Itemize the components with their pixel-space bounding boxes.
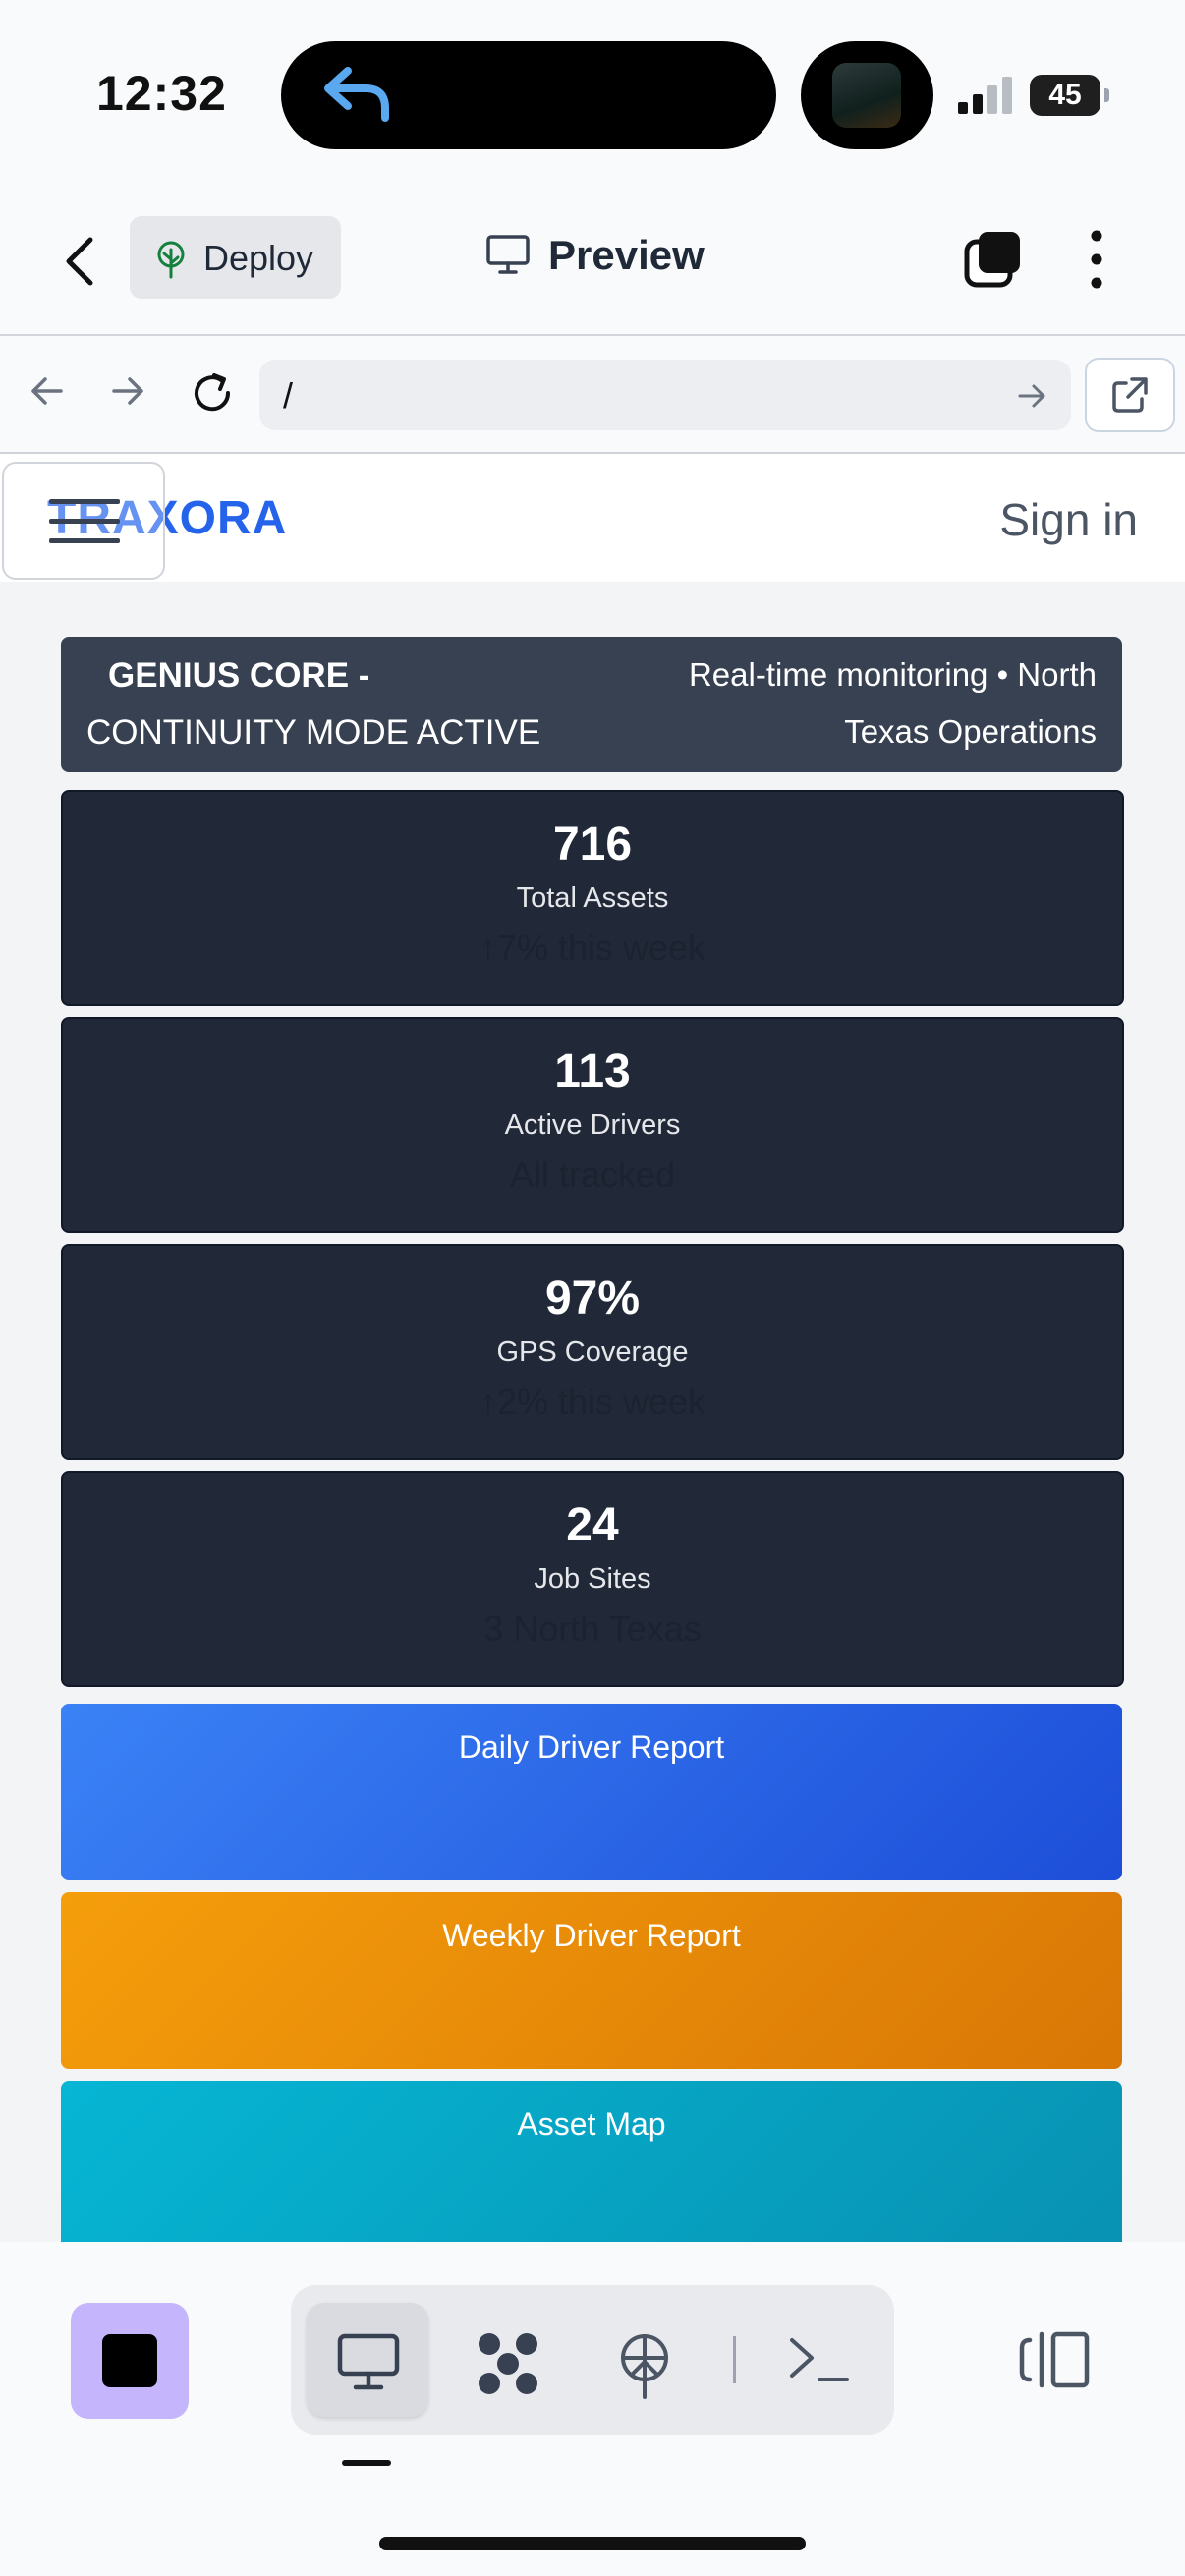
deploy-icon [621,2334,668,2399]
tab-agents[interactable] [444,2303,566,2417]
signal-icon [958,77,1012,114]
weekly-driver-report-button[interactable]: Weekly Driver Report [61,1892,1122,2069]
external-link-icon [1112,377,1148,413]
menu-button[interactable] [2,462,165,580]
monitor-icon [486,235,530,274]
action-label: Asset Map [517,2106,666,2142]
banner-title-cont: CONTINUITY MODE ACTIVE [86,713,541,752]
daily-driver-report-button[interactable]: Daily Driver Report [61,1704,1122,1880]
stat-value: 97% [544,1272,641,1324]
monitor-icon [337,2333,400,2390]
bottom-dock [0,2242,1185,2576]
stat-subtext: All tracked [509,1154,676,1195]
split-view-icon[interactable] [1018,2330,1093,2389]
url-bar[interactable]: / [259,360,1071,430]
tab-shell[interactable] [757,2303,878,2417]
stat-value: 113 [554,1045,631,1097]
tab-preview[interactable] [307,2303,428,2417]
dashboard-content: GENIUS CORE - CONTINUITY MODE ACTIVE Rea… [0,582,1185,2242]
stat-subtext: 3 North Texas [483,1608,702,1649]
sign-in-link[interactable]: Sign in [999,493,1138,546]
stop-button[interactable] [71,2303,189,2419]
stat-card-active-drivers: 113 Active Drivers All tracked [61,1017,1124,1233]
browser-bar: / [0,336,1185,454]
hamburger-icon-bar [49,538,120,543]
banner-subtitle-line2: Texas Operations [844,713,1097,750]
tree-icon [157,241,185,279]
battery-indicator: 45 [1030,75,1109,116]
stat-label: Job Sites [534,1563,651,1595]
banner-subtitle-line1: Real-time monitoring • North [688,656,1097,693]
stat-card-job-sites: 24 Job Sites 3 North Texas [61,1471,1124,1687]
segment-divider [733,2336,736,2383]
stat-label: GPS Coverage [496,1336,689,1368]
action-label: Daily Driver Report [458,1729,725,1764]
stat-label: Active Drivers [504,1109,681,1141]
site-header: TRAXORA Sign in [0,454,1185,582]
stat-subtext: ↑7% this week [479,927,706,968]
status-bar: 12:32 45 [0,0,1185,187]
preview-label: Preview [548,232,705,278]
stat-card-gps-coverage: 97% GPS Coverage ↑2% this week [61,1244,1124,1460]
tab-deploy[interactable] [584,2303,705,2417]
stop-icon [102,2334,157,2387]
stat-subtext: ↑2% this week [479,1381,706,1422]
banner-title: GENIUS CORE - [108,656,370,695]
chevron-left-icon[interactable] [57,234,106,289]
action-label: Weekly Driver Report [442,1918,741,1953]
tabs-icon[interactable] [963,230,1024,291]
open-external-button[interactable] [1085,358,1175,432]
url-text: / [283,375,294,416]
now-playing-thumbnail [801,41,933,149]
view-switcher [291,2285,894,2435]
reply-arrow-icon [324,67,389,122]
stat-label: Total Assets [516,882,669,914]
arrow-right-icon[interactable] [1016,381,1047,411]
stat-value: 24 [566,1499,619,1551]
arrow-left-icon[interactable] [26,369,69,413]
arrow-right-icon[interactable] [106,369,149,413]
status-banner: GENIUS CORE - CONTINUITY MODE ACTIVE Rea… [61,637,1122,772]
agents-icon [479,2333,537,2394]
deploy-button[interactable]: Deploy [130,216,341,299]
home-indicator [379,2537,806,2550]
more-vertical-icon[interactable] [1081,228,1112,291]
stat-value: 716 [552,818,633,870]
hamburger-icon-bar [49,519,120,524]
app-toolbar: Deploy Preview [0,187,1185,336]
terminal-icon [790,2338,849,2381]
hamburger-icon [49,499,120,504]
stat-card-total-assets: 716 Total Assets ↑7% this week [61,790,1124,1006]
dynamic-island [281,41,776,149]
asset-map-button[interactable]: Asset Map [61,2081,1122,2242]
active-tab-indicator [342,2460,391,2466]
deploy-label: Deploy [203,238,314,278]
status-time: 12:32 [96,66,227,121]
reload-icon[interactable] [189,369,236,417]
